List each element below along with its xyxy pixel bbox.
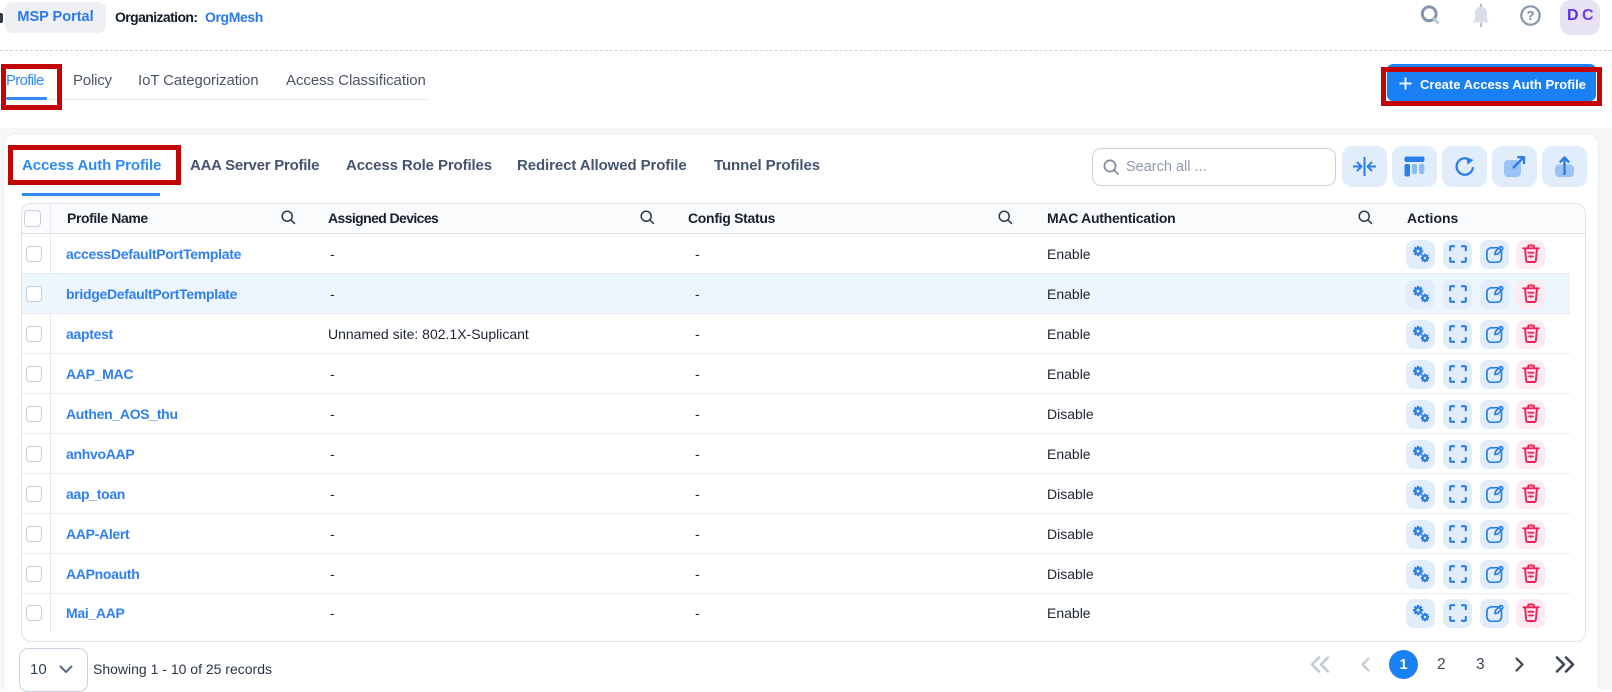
svg-text:?: ? [1527, 8, 1535, 23]
